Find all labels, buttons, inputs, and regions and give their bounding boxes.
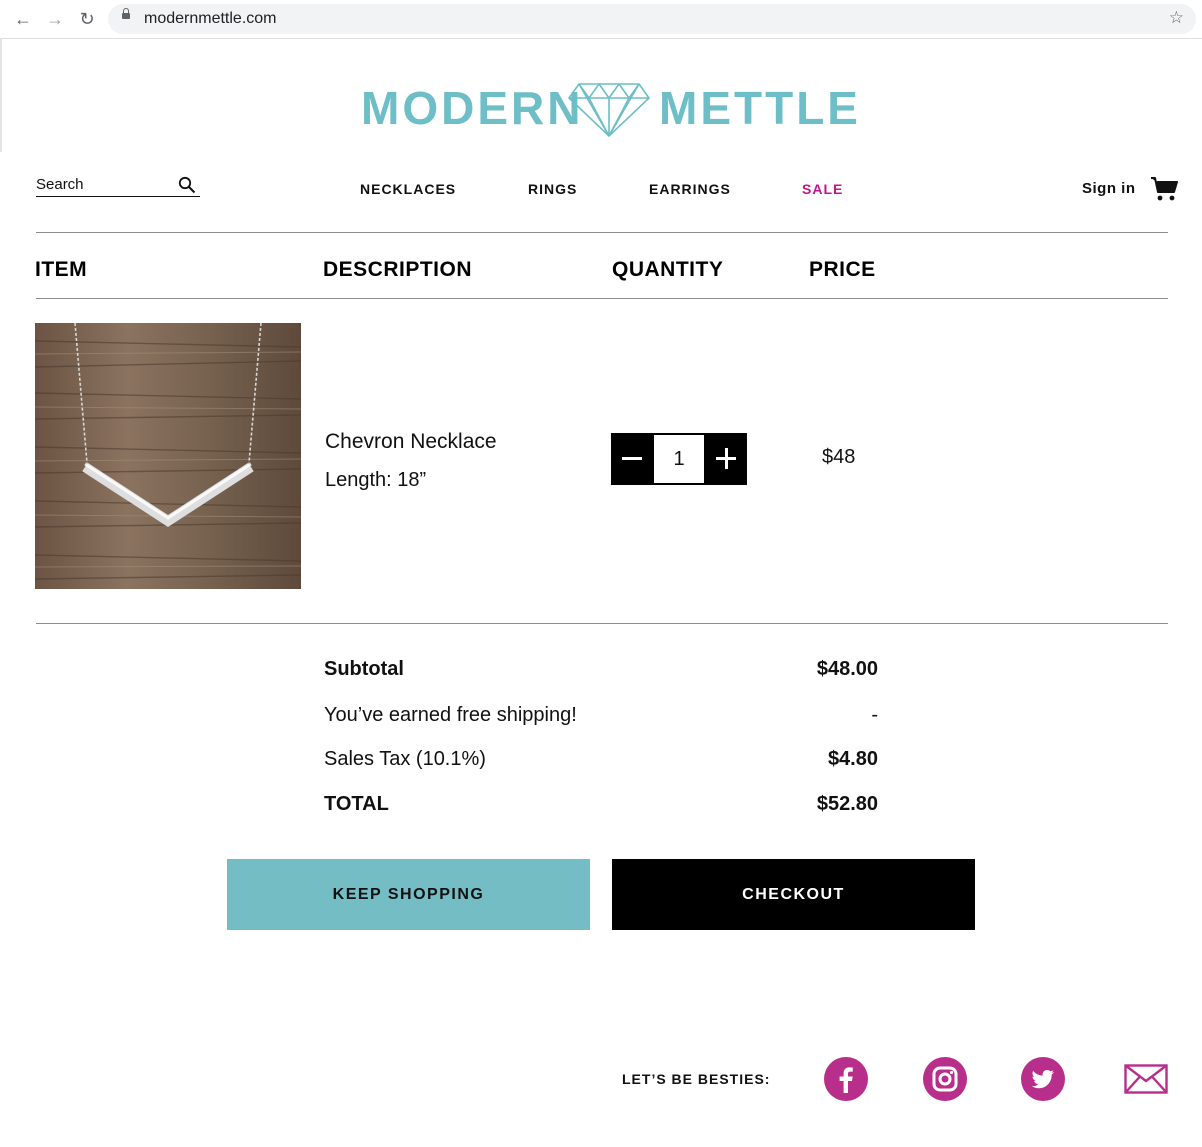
quantity-stepper [611, 433, 747, 485]
search-icon[interactable] [178, 176, 196, 194]
twitter-icon[interactable] [1021, 1057, 1065, 1101]
nav-earrings[interactable]: EARRINGS [649, 181, 731, 197]
tax-label: Sales Tax (10.1%) [324, 748, 486, 770]
nav-sale[interactable]: SALE [802, 181, 843, 197]
window-edge [0, 38, 2, 152]
decrease-quantity-button[interactable] [611, 433, 653, 485]
bookmark-star-icon[interactable]: ☆ [1169, 8, 1184, 28]
summary-divider [36, 623, 1168, 624]
subtotal-value: $48.00 [816, 658, 878, 680]
column-header-item: ITEM [35, 258, 88, 281]
header-divider [36, 232, 1168, 233]
back-arrow-icon[interactable]: ← [12, 8, 34, 30]
tax-value: $4.80 [827, 748, 878, 770]
total-value: $52.80 [816, 793, 878, 815]
mail-icon[interactable] [1124, 1064, 1168, 1094]
column-header-price: PRICE [809, 258, 876, 281]
logo-word-modern: MODERN [361, 82, 584, 134]
lock-icon [122, 8, 130, 19]
social-heading: LET’S BE BESTIES: [622, 1071, 771, 1087]
quantity-input[interactable] [654, 435, 704, 483]
address-bar[interactable]: modernmettle.com ☆ [108, 4, 1196, 34]
column-header-description: DESCRIPTION [323, 258, 473, 281]
product-name[interactable]: Chevron Necklace [325, 430, 497, 454]
diamond-icon [568, 83, 650, 137]
keep-shopping-button[interactable]: KEEP SHOPPING [227, 859, 590, 930]
sign-in-link[interactable]: Sign in [1082, 180, 1136, 197]
column-header-quantity: QUANTITY [612, 258, 724, 281]
chevron-necklace-photo [35, 323, 301, 589]
increase-quantity-button[interactable] [705, 433, 747, 485]
search-input[interactable] [36, 176, 166, 193]
shipping-label: You’ve earned free shipping! [324, 704, 577, 726]
reload-icon[interactable]: ↻ [76, 8, 98, 30]
nav-necklaces[interactable]: NECKLACES [360, 181, 456, 197]
shopping-cart-icon[interactable] [1150, 176, 1178, 202]
url-text[interactable]: modernmettle.com [144, 10, 277, 28]
table-header-divider [36, 298, 1168, 299]
search-box [36, 176, 200, 197]
product-image[interactable] [35, 323, 301, 589]
checkout-button[interactable]: CHECKOUT [612, 859, 975, 930]
logo-word-mettle: METTLE [659, 82, 861, 134]
forward-arrow-icon[interactable]: → [44, 8, 66, 30]
total-label: TOTAL [324, 793, 389, 815]
subtotal-label: Subtotal [324, 658, 404, 680]
shipping-value: - [871, 704, 878, 726]
nav-rings[interactable]: RINGS [528, 181, 577, 197]
instagram-icon[interactable] [923, 1057, 967, 1101]
product-length: Length: 18” [325, 469, 427, 491]
item-price: $48 [822, 446, 856, 468]
browser-toolbar: ← → ↻ modernmettle.com ☆ [0, 0, 1202, 39]
facebook-icon[interactable] [824, 1057, 868, 1101]
